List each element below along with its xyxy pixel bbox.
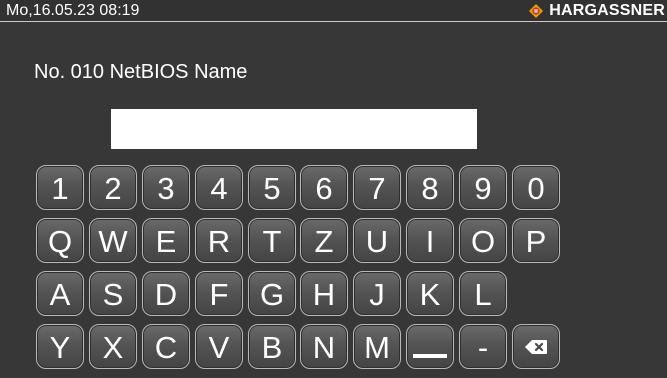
key-4[interactable]: 4	[195, 165, 243, 210]
datetime: Mo,16.05.23 08:19	[6, 2, 140, 19]
key-l[interactable]: L	[459, 271, 507, 316]
key-g[interactable]: G	[248, 271, 296, 316]
status-bar: Mo,16.05.23 08:19 HARGASSNER	[0, 0, 667, 22]
key-8[interactable]: 8	[406, 165, 454, 210]
key-n[interactable]: N	[300, 324, 348, 369]
hargassner-logo-icon	[529, 4, 544, 18]
key-y[interactable]: Y	[36, 324, 84, 369]
key-h[interactable]: H	[300, 271, 348, 316]
key-s[interactable]: S	[89, 271, 137, 316]
key-q[interactable]: Q	[36, 218, 84, 263]
backspace-key[interactable]	[512, 324, 560, 369]
key-dash[interactable]: -	[459, 324, 507, 369]
key-0[interactable]: 0	[512, 165, 560, 210]
key-i[interactable]: I	[406, 218, 454, 263]
key-1[interactable]: 1	[36, 165, 84, 210]
brand-name: HARGASSNER	[549, 2, 665, 19]
netbios-name-input[interactable]	[111, 109, 477, 149]
key-e[interactable]: E	[142, 218, 190, 263]
key-t[interactable]: T	[248, 218, 296, 263]
key-u[interactable]: U	[353, 218, 401, 263]
key-x[interactable]: X	[89, 324, 137, 369]
key-m[interactable]: M	[353, 324, 401, 369]
space-key[interactable]	[406, 324, 454, 369]
key-f[interactable]: F	[195, 271, 243, 316]
key-o[interactable]: O	[459, 218, 507, 263]
key-z[interactable]: Z	[300, 218, 348, 263]
key-b[interactable]: B	[248, 324, 296, 369]
key-v[interactable]: V	[195, 324, 243, 369]
key-k[interactable]: K	[406, 271, 454, 316]
space-bar-icon	[413, 353, 447, 358]
key-6[interactable]: 6	[300, 165, 348, 210]
key-p[interactable]: P	[512, 218, 560, 263]
brand: HARGASSNER	[529, 1, 665, 21]
key-r[interactable]: R	[195, 218, 243, 263]
key-2[interactable]: 2	[89, 165, 137, 210]
key-a[interactable]: A	[36, 271, 84, 316]
key-3[interactable]: 3	[142, 165, 190, 210]
key-5[interactable]: 5	[248, 165, 296, 210]
key-c[interactable]: C	[142, 324, 190, 369]
key-7[interactable]: 7	[353, 165, 401, 210]
page-title: No. 010 NetBIOS Name	[34, 61, 248, 83]
key-9[interactable]: 9	[459, 165, 507, 210]
key-w[interactable]: W	[89, 218, 137, 263]
backspace-icon	[525, 339, 547, 354]
key-j[interactable]: J	[353, 271, 401, 316]
key-d[interactable]: D	[142, 271, 190, 316]
